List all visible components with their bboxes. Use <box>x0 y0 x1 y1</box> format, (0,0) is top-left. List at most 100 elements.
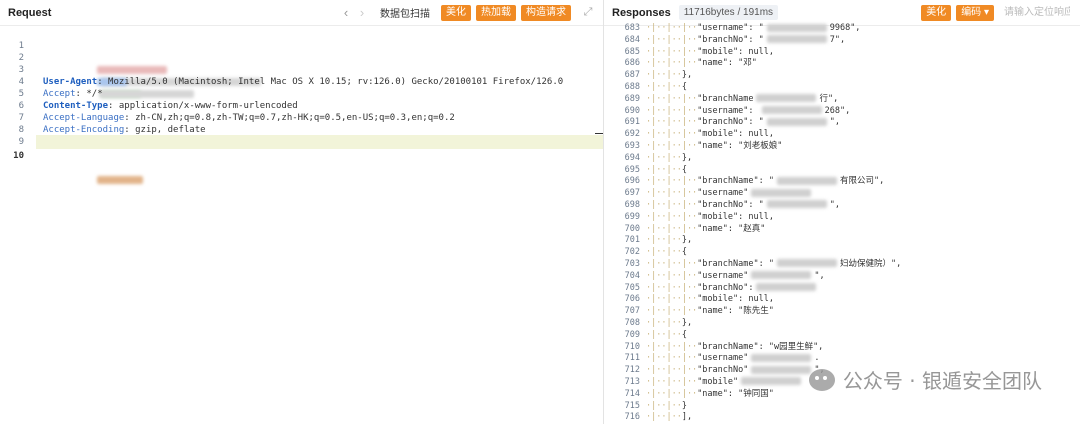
value-tail: 妇幼保健院）", <box>839 258 902 269</box>
redacted-value <box>751 365 812 374</box>
line-number: 694 <box>624 152 640 163</box>
line-number: 714 <box>624 388 640 399</box>
json-text: ·|··|··|··"name": "刘老板娘" <box>646 140 783 151</box>
json-text: ·|··|··], <box>646 412 693 423</box>
redacted-value <box>756 283 817 292</box>
line-number: 687 <box>624 70 640 81</box>
redacted-value <box>776 259 837 268</box>
encoding-dropdown[interactable]: 编码 ▾ <box>956 4 994 21</box>
text-cursor <box>595 133 603 134</box>
line-number: 683 <box>624 23 640 33</box>
response-line: 698 ·|··|··|··"branchNo": " ", <box>604 200 1080 212</box>
value-tail: ", <box>829 199 840 210</box>
json-text: ·|··|··|··"branchNo": " 7", <box>646 34 846 45</box>
response-line: 704 ·|··|··|··"username" ", <box>604 271 1080 283</box>
line-number: 698 <box>624 199 640 210</box>
response-line: 685 ·|··|··|··"mobile": null, <box>604 47 1080 59</box>
line-number: 705 <box>624 282 640 293</box>
redacted-body-line <box>43 162 144 198</box>
response-line: 714 ·|··|··|··"name": "钟同国" <box>604 389 1080 401</box>
json-text: ·|··|··|··"branchName": " 有限公司", <box>646 176 885 187</box>
json-text: ·|··|··{ <box>646 247 687 258</box>
line-number: 685 <box>624 46 640 57</box>
json-text: ·|··|··|··"username" <box>646 188 814 200</box>
expand-icon[interactable]: ⤢ <box>581 6 595 19</box>
line-number: 693 <box>624 140 640 151</box>
response-line: 697 ·|··|··|··"username" <box>604 188 1080 200</box>
value-tail: 有限公司", <box>839 176 885 187</box>
response-line: 689 ·|··|··|··"branchName 行", <box>604 94 1080 106</box>
hot-load-button[interactable]: 热加载 <box>476 4 516 21</box>
code-line: 7 Accept-Encoding: gzip, deflate <box>0 100 603 135</box>
code-line: 6 Accept-Language: zh-CN,zh;q=0.8,zh-TW;… <box>0 88 603 123</box>
response-search-input[interactable] <box>1002 6 1072 19</box>
redacted-value <box>766 23 827 32</box>
response-line: 699 ·|··|··|··"mobile": null, <box>604 212 1080 224</box>
response-line: 712 ·|··|··|··"branchNo" ", <box>604 365 1080 377</box>
code-line: 5 Content-Type: application/x-www-form-u… <box>0 76 603 111</box>
beautify-button[interactable]: 美化 <box>441 4 471 21</box>
line-number: 10 <box>13 151 24 161</box>
line-number: 712 <box>624 365 640 376</box>
value-tail: . <box>814 353 820 364</box>
json-text: ·|··|··|··"name": "邓" <box>646 58 757 69</box>
redacted-value <box>741 377 802 386</box>
packet-scan-button[interactable]: 数据包扫描 <box>380 5 430 20</box>
json-text: ·|··|··|··"branchNo": " ", <box>646 199 840 210</box>
line-number: 708 <box>624 317 640 328</box>
line-number: 699 <box>624 211 640 222</box>
json-text: ·|··|··}, <box>646 152 693 163</box>
response-editor[interactable]: 683 ·|··|··|··"username": " 9968", 684 ·|··|… <box>604 23 1080 424</box>
response-line: 700 ·|··|··|··"name": "赵真" <box>604 224 1080 236</box>
json-text: ·|··|··{ <box>646 329 687 340</box>
json-text: ·|··|··}, <box>646 70 693 81</box>
response-title: Responses <box>612 6 671 19</box>
request-pane: Request ‹ › 数据包扫描 美化 热加载 构造请求 ⤢ 1 2 3 Us… <box>0 0 604 424</box>
response-line: 710 ·|··|··|··"branchName": "w园里生鲜", <box>604 342 1080 354</box>
line-number: 704 <box>624 270 640 281</box>
redacted-value <box>766 200 827 209</box>
json-text: ·|··|··|··"username": " 9968", <box>646 23 861 33</box>
response-line: 701 ·|··|··}, <box>604 235 1080 247</box>
construct-request-button[interactable]: 构造请求 <box>521 4 571 21</box>
line-number: 700 <box>624 223 640 234</box>
json-text: ·|··|··|··"mobile": null, <box>646 294 774 305</box>
response-line: 702 ·|··|··{ <box>604 247 1080 259</box>
json-text: ·|··|··} <box>646 400 687 411</box>
redacted-value <box>766 117 827 126</box>
response-line: 715 ·|··|··} <box>604 401 1080 413</box>
line-number: 706 <box>624 294 640 305</box>
next-arrow-icon[interactable]: › <box>354 5 370 20</box>
response-size-badge: 11716bytes / 191ms <box>678 5 779 20</box>
response-pane: Responses 11716bytes / 191ms 美化 编码 ▾ 683… <box>604 0 1080 424</box>
response-line: 690 ·|··|··|··"username": 268", <box>604 106 1080 118</box>
line-number: 691 <box>624 117 640 128</box>
response-line: 694 ·|··|··}, <box>604 153 1080 165</box>
json-text: ·|··|··|··"name": "钟同国" <box>646 388 774 399</box>
code-line: 4 Accept: */* <box>0 64 603 99</box>
json-text: ·|··|··|··"branchName": "w园里生鲜", <box>646 341 824 352</box>
response-beautify-button[interactable]: 美化 <box>921 4 952 21</box>
value-tail: 268", <box>824 105 851 116</box>
response-line: 692 ·|··|··|··"mobile": null, <box>604 129 1080 141</box>
response-line: 705 ·|··|··|··"branchNo": <box>604 283 1080 295</box>
response-line: 713 ·|··|··|··"mobile" <box>604 377 1080 389</box>
line-number: 716 <box>624 412 640 423</box>
value-tail: 7", <box>829 34 846 45</box>
json-text: ·|··|··|··"mobile" <box>646 377 804 389</box>
value-tail: 行", <box>819 93 839 104</box>
json-text: ·|··|··}, <box>646 235 693 246</box>
code-line: 8 Content-Lengthauto: 42 <box>0 112 603 147</box>
line-number: 701 <box>624 235 640 246</box>
prev-arrow-icon[interactable]: ‹ <box>338 5 354 20</box>
request-title: Request <box>8 6 52 19</box>
line-number: 713 <box>624 376 640 387</box>
value-tail: 9968", <box>829 23 861 33</box>
line-number: 711 <box>624 353 640 364</box>
request-editor[interactable]: 1 2 3 User-Agent: Mozilla/5.0 (Macintosh… <box>0 26 603 184</box>
app-window: Request ‹ › 数据包扫描 美化 热加载 构造请求 ⤢ 1 2 3 Us… <box>0 0 1080 424</box>
line-number: 709 <box>624 329 640 340</box>
line-number: 686 <box>624 58 640 69</box>
response-line: 703 ·|··|··|··"branchName": " 妇幼保健院）", <box>604 259 1080 271</box>
value-tail: ", <box>814 270 825 281</box>
